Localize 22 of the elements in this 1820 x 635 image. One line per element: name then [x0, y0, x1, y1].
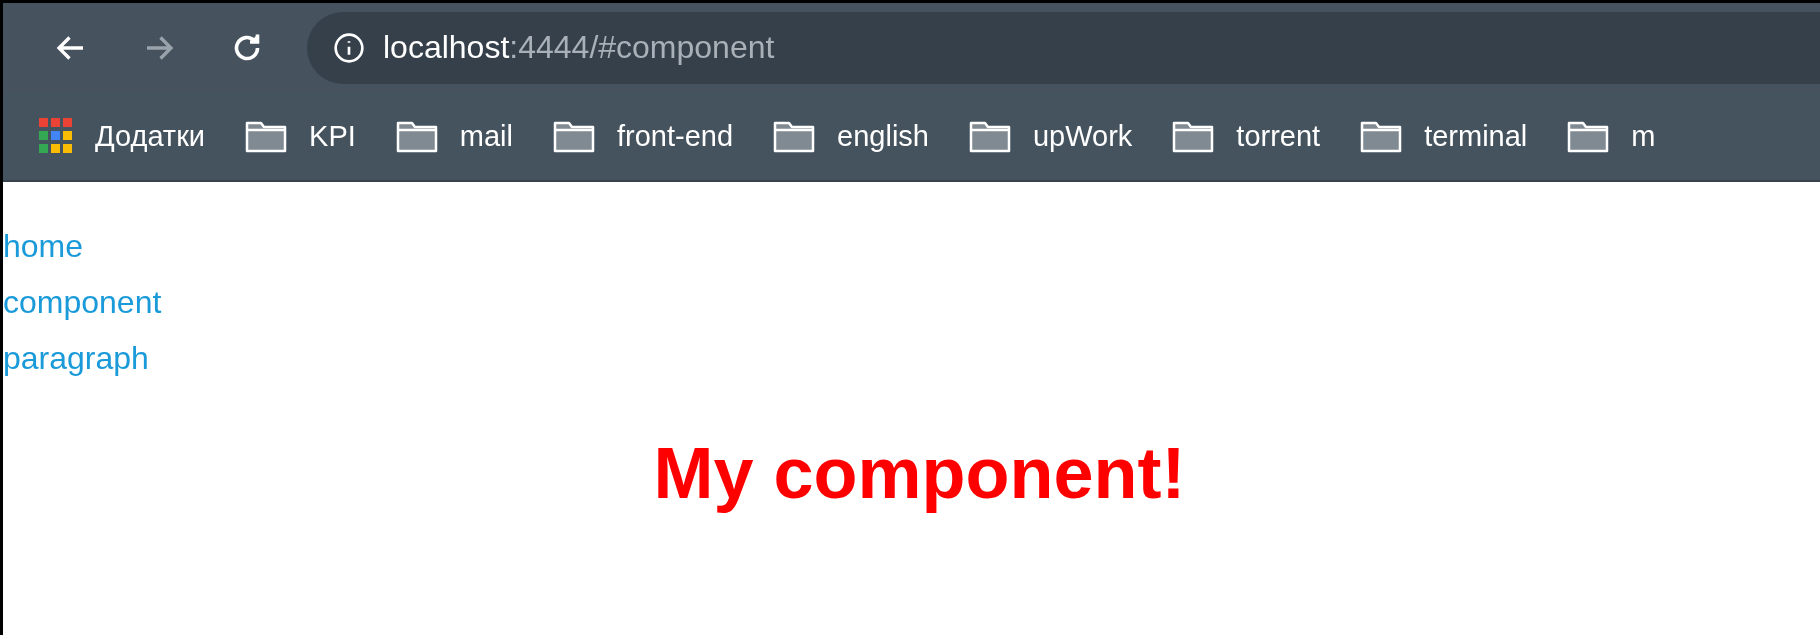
bookmark-folder[interactable]: terminal: [1360, 119, 1528, 153]
folder-icon: [552, 119, 595, 153]
folder-icon: [773, 119, 816, 153]
bookmark-folder[interactable]: torrent: [1172, 119, 1321, 153]
folder-icon: [968, 119, 1011, 153]
folder-icon: [1360, 119, 1403, 153]
apps-bookmark[interactable]: Додатки: [39, 118, 206, 154]
folder-icon: [1567, 119, 1610, 153]
folder-icon: [1172, 119, 1215, 153]
info-icon: [333, 31, 365, 64]
bookmark-folder[interactable]: front-end: [552, 119, 734, 153]
bookmark-folder[interactable]: m: [1567, 119, 1656, 153]
address-bar[interactable]: localhost:4444/#component: [307, 11, 1820, 84]
url-text: localhost:4444/#component: [383, 29, 775, 66]
bookmark-folder[interactable]: upWork: [968, 119, 1133, 153]
folder-icon: [245, 119, 288, 153]
bookmark-folder[interactable]: mail: [395, 119, 513, 153]
apps-grid-icon: [39, 118, 73, 154]
page-heading: My component!: [653, 432, 1186, 514]
folder-icon: [395, 119, 438, 153]
bookmark-folder[interactable]: KPI: [245, 119, 356, 153]
bookmark-folder[interactable]: english: [773, 119, 929, 153]
